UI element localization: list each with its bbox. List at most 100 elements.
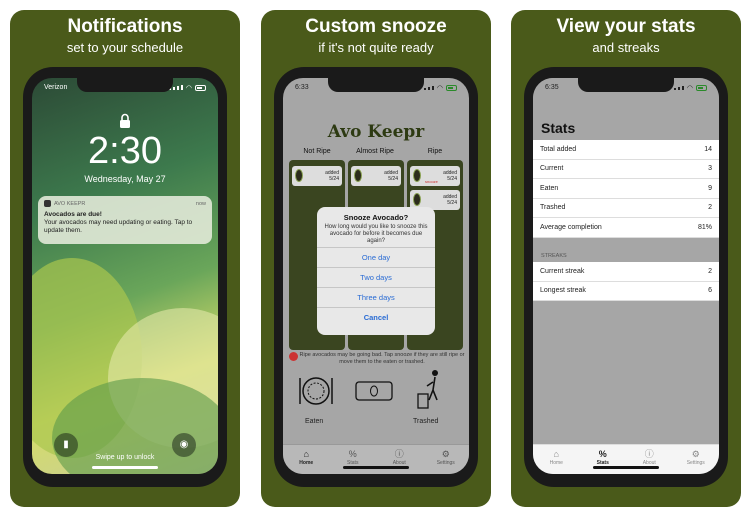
streak-row: Longest streak 6 [533, 282, 719, 301]
panel-subtitle: set to your schedule [66, 40, 184, 55]
tab-home[interactable]: ⌂ Home [291, 449, 321, 474]
lock-date: Wednesday, May 27 [84, 174, 166, 184]
app-title: Avo Keepr [327, 122, 425, 142]
wifi-icon: ◠ [185, 85, 192, 92]
avocado-card[interactable]: added 5/24 [351, 166, 401, 186]
stat-value: 3 [708, 165, 712, 173]
home-indicator[interactable] [593, 466, 659, 469]
cancel-button[interactable]: Cancel [317, 307, 435, 327]
swipe-hint: Swipe up to unlock [95, 454, 155, 461]
warning-text: Ripe avocados may be going bad. Tap snoo… [299, 352, 465, 365]
streak-label: Longest streak [540, 287, 586, 295]
tab-label: Settings [436, 460, 455, 466]
stat-value: 9 [708, 184, 712, 192]
wifi-icon: ◠ [436, 85, 443, 92]
stat-row: Total added 14 [533, 140, 719, 160]
streaks-list: Current streak 2 Longest streak 6 [533, 262, 719, 301]
panel-title: Notifications [67, 16, 183, 37]
stat-label: Eaten [540, 184, 559, 192]
avocado-icon [354, 169, 362, 182]
avocado-icon [413, 169, 421, 182]
tab-bar: ⌂ Home % Stats ⓘ About ⚙ Settings [533, 444, 719, 474]
tab-bar: ⌂ Home % Stats ⓘ About ⚙ Settings [283, 444, 469, 474]
stat-value: 2 [708, 204, 712, 212]
avocado-card[interactable]: added 5/24 snooze [410, 166, 460, 186]
avocado-icon [413, 193, 421, 206]
status-time: 6:33 [295, 84, 309, 91]
snooze-three-days-button[interactable]: Three days [317, 287, 435, 307]
snooze-one-day-button[interactable]: One day [317, 247, 435, 267]
page-title: Stats [541, 120, 576, 136]
snooze-label[interactable]: snooze [425, 179, 438, 184]
card-date: 5/24 [388, 176, 398, 182]
notification-time: now [195, 200, 206, 207]
tab-label: Home [549, 460, 563, 466]
phone-frame: 6:33 ◠ Avo Keepr Not Ripe Almost Ripe Ri… [274, 67, 478, 487]
lock-screen: Verizon ◠ 2:30 Wednesday, May 27 AVO KEE… [32, 78, 218, 474]
panel-snooze: Custom snooze if it's not quite ready 6:… [261, 10, 491, 507]
status-time: 6:35 [545, 84, 559, 91]
avocado-card[interactable]: added 5/24 [292, 166, 342, 186]
stat-label: Average completion [540, 223, 602, 231]
notification-app-name: AVO KEEPR [54, 200, 86, 207]
panel-title: View your stats [556, 16, 696, 37]
battery-icon [446, 85, 457, 91]
home-indicator[interactable] [343, 466, 409, 469]
tab-settings[interactable]: ⚙ Settings [431, 449, 461, 474]
card-date: 5/24 [447, 176, 457, 182]
avocado-icon [295, 169, 303, 182]
eaten-label: Eaten [305, 418, 324, 425]
panel-notifications: Notifications set to your schedule Veriz… [10, 10, 240, 507]
phone-frame: 6:35 ◠ Stats Total added 14 Current 3 Eate… [524, 67, 728, 487]
column-label-ripe: Ripe [427, 148, 443, 155]
app-screen: 6:33 ◠ Avo Keepr Not Ripe Almost Ripe Ri… [283, 78, 469, 474]
warning-icon [289, 352, 298, 361]
snooze-two-days-button[interactable]: Two days [317, 267, 435, 287]
tab-about[interactable]: ⓘ About [384, 449, 414, 474]
info-icon: ⓘ [644, 449, 654, 459]
home-indicator[interactable] [92, 466, 158, 469]
percent-icon: % [598, 449, 607, 459]
stats-screen: 6:35 ◠ Stats Total added 14 Current 3 Eate… [533, 78, 719, 474]
ripe-warning: Ripe avocados may be going bad. Tap snoo… [287, 352, 465, 366]
trash-icon[interactable] [415, 368, 445, 410]
wifi-icon: ◠ [686, 85, 693, 92]
stat-label: Total added [540, 145, 577, 153]
notification-title: Avocados are due! [44, 211, 102, 218]
stat-value: 14 [704, 145, 712, 153]
battery-icon [696, 85, 707, 91]
app-icon [44, 200, 51, 207]
tab-settings[interactable]: ⚙ Settings [681, 449, 711, 474]
notification-body: Your avocados may need updating or eatin… [44, 219, 193, 234]
streak-row: Current streak 2 [533, 262, 719, 282]
phone-frame: Verizon ◠ 2:30 Wednesday, May 27 AVO KEE… [23, 67, 227, 487]
tab-home[interactable]: ⌂ Home [541, 449, 571, 474]
avocado-drop-zone-icon[interactable] [355, 381, 393, 401]
column-label-almost-ripe: Almost Ripe [356, 148, 394, 155]
stat-label: Trashed [540, 204, 566, 212]
signal-icon [423, 85, 434, 92]
streak-value: 6 [708, 287, 712, 295]
tab-stats[interactable]: % Stats [338, 449, 368, 474]
panel-subtitle: if it's not quite ready [318, 40, 434, 55]
stat-label: Current [540, 165, 564, 173]
stat-value: 81% [697, 223, 712, 231]
dialog-title: Snooze Avocado? [343, 213, 409, 222]
card-date: 5/24 [447, 200, 457, 206]
tab-label: Home [299, 460, 314, 466]
tab-stats[interactable]: % Stats [588, 449, 618, 474]
panel-subtitle: and streaks [592, 40, 660, 55]
notification-banner[interactable]: AVO KEEPR now Avocados are due! Your avo… [38, 196, 212, 244]
plate-icon[interactable] [297, 374, 335, 408]
home-icon: ⌂ [303, 449, 309, 459]
home-icon: ⌂ [553, 449, 559, 459]
panel-stats: View your stats and streaks 6:35 ◠ Stats… [511, 10, 741, 507]
stat-row: Average completion 81% [533, 218, 719, 238]
info-icon: ⓘ [394, 449, 404, 459]
streaks-section-header: STREAKS [541, 253, 567, 259]
column-label-not-ripe: Not Ripe [303, 148, 331, 155]
streak-value: 2 [708, 267, 712, 275]
tab-about[interactable]: ⓘ About [634, 449, 664, 474]
percent-icon: % [348, 449, 357, 459]
signal-icon [673, 85, 684, 92]
